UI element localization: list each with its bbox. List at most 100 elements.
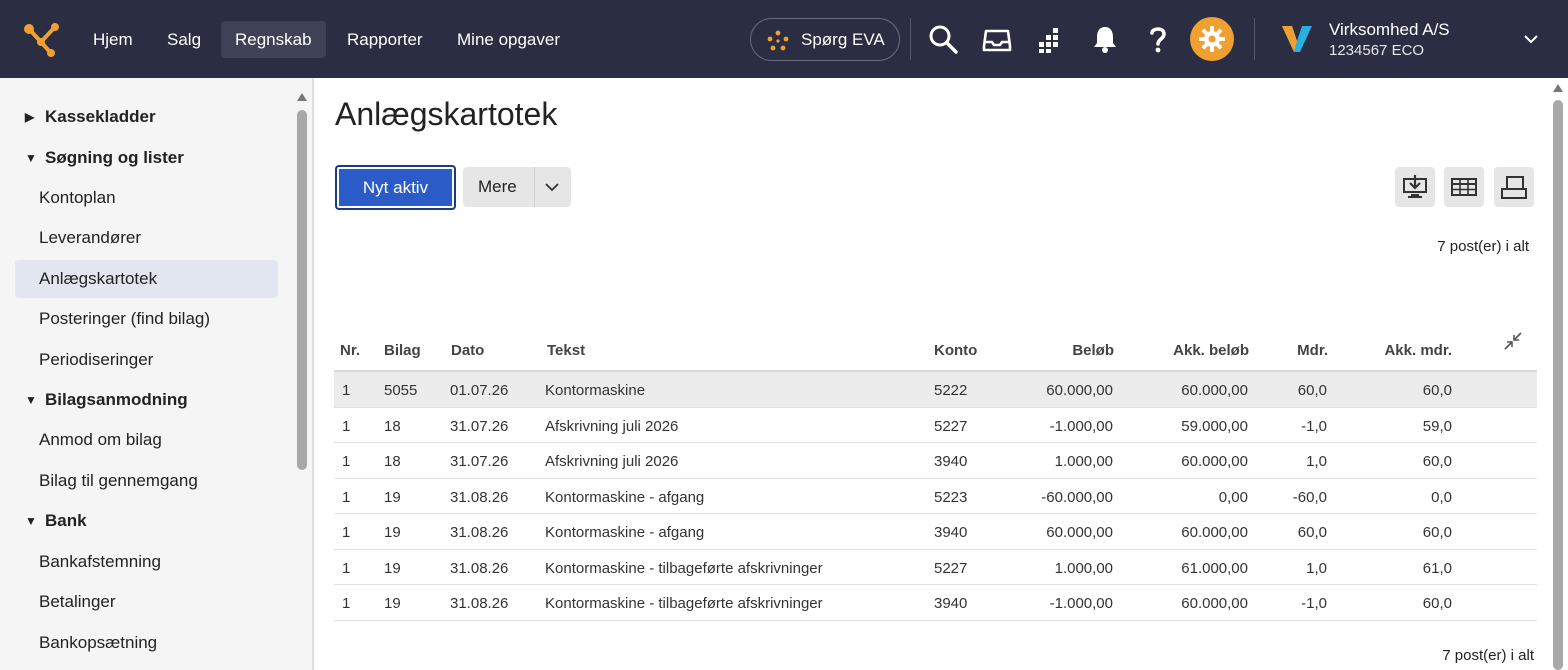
page-title: Anlægskartotek bbox=[335, 96, 558, 132]
scroll-up-arrow-icon[interactable] bbox=[297, 93, 307, 101]
sidebar-item-anlaegskartotek[interactable]: Anlægskartotek bbox=[15, 260, 278, 298]
table-row[interactable]: 1 5055 01.07.26 Kontormaskine 5222 60.000,00 6… bbox=[334, 372, 1537, 408]
cell-akk-belob: 60.000,00 bbox=[1181, 595, 1248, 612]
toolbar-divider bbox=[910, 18, 911, 60]
cell-konto: 3940 bbox=[934, 453, 968, 470]
cell-dato: 31.07.26 bbox=[450, 453, 509, 470]
table-row[interactable]: 1 18 31.07.26 Afskrivning juli 2026 5227 -1.0… bbox=[334, 408, 1537, 443]
more-button-label: Mere bbox=[478, 177, 517, 196]
sidebar-scrollbar-thumb[interactable] bbox=[297, 110, 307, 470]
cell-bilag: 19 bbox=[384, 595, 401, 612]
cell-dato: 31.08.26 bbox=[450, 488, 509, 506]
sidebar-item-label: Kassekladder bbox=[45, 107, 156, 126]
cell-konto: 5227 bbox=[934, 417, 968, 435]
sidebar-item-posteringer[interactable]: Posteringer (find bilag) bbox=[15, 300, 278, 338]
table-row[interactable]: 1 19 31.08.26 Kontormaskine - tilbageførte … bbox=[334, 585, 1537, 621]
cell-akk-belob: 60.000,00 bbox=[1181, 382, 1248, 399]
cell-mdr: 1,0 bbox=[1306, 453, 1327, 470]
column-header-beloeb[interactable]: Beløb bbox=[1072, 342, 1114, 359]
chevron-down-icon[interactable] bbox=[1522, 30, 1540, 48]
apps-grid-icon[interactable] bbox=[1033, 22, 1067, 56]
eva-sparkle-icon bbox=[767, 30, 789, 51]
bell-icon[interactable] bbox=[1088, 22, 1122, 56]
column-header-mdr[interactable]: Mdr. bbox=[1297, 342, 1328, 359]
cell-nr: 1 bbox=[342, 417, 351, 435]
cell-nr: 1 bbox=[342, 595, 351, 612]
cell-tekst: Kontormaskine bbox=[545, 382, 646, 399]
column-header-nr[interactable]: Nr. bbox=[340, 342, 360, 359]
column-header-akk-mdr[interactable]: Akk. mdr. bbox=[1384, 342, 1452, 359]
record-count-top: 7 post(er) i alt bbox=[1437, 238, 1529, 255]
cell-akk-belob: 0,00 bbox=[1218, 488, 1248, 506]
ask-eva-button[interactable]: Spørg EVA bbox=[750, 18, 900, 61]
cell-tekst: Afskrivning juli 2026 bbox=[545, 417, 679, 435]
table-row[interactable]: 1 18 31.07.26 Afskrivning juli 2026 3940 1.00… bbox=[334, 443, 1537, 479]
search-icon[interactable] bbox=[926, 22, 960, 56]
cell-belob: -1.000,00 bbox=[1049, 595, 1113, 612]
sidebar-item-leverandoerer[interactable]: Leverandører bbox=[15, 219, 278, 257]
cell-akk-mdr: 0,0 bbox=[1431, 488, 1452, 506]
chevron-down-icon bbox=[545, 183, 559, 192]
cell-akk-mdr: 59,0 bbox=[1422, 417, 1452, 435]
assets-table: Nr. Bilag Dato Tekst Konto Beløb Akk. be… bbox=[334, 330, 1537, 621]
nav-hjem[interactable]: Hjem bbox=[79, 21, 147, 58]
sidebar-section-soegning-og-lister[interactable]: ▼ Søgning og lister bbox=[15, 139, 278, 177]
cell-dato: 31.08.26 bbox=[450, 524, 509, 541]
new-asset-button[interactable]: Nyt aktiv bbox=[335, 165, 456, 210]
nav-rapporter[interactable]: Rapporter bbox=[333, 21, 437, 58]
main-scrollbar-thumb[interactable] bbox=[1553, 100, 1563, 670]
cell-akk-belob: 59.000,00 bbox=[1181, 417, 1248, 435]
cell-mdr: -60,0 bbox=[1292, 488, 1327, 506]
cell-mdr: -1,0 bbox=[1301, 595, 1327, 612]
cell-nr: 1 bbox=[342, 453, 351, 470]
cell-belob: -1.000,00 bbox=[1049, 417, 1113, 435]
sidebar-section-bilagsanmodning[interactable]: ▼ Bilagsanmodning bbox=[15, 381, 278, 419]
cell-belob: 60.000,00 bbox=[1046, 382, 1113, 399]
inbox-icon[interactable] bbox=[980, 22, 1014, 56]
table-row[interactable]: 1 19 31.08.26 Kontormaskine - afgang 5223 -60… bbox=[334, 479, 1537, 514]
scroll-up-arrow-icon[interactable] bbox=[1553, 84, 1563, 92]
export-download-icon bbox=[1403, 175, 1427, 198]
export-button[interactable] bbox=[1395, 167, 1435, 207]
settings-gear-button[interactable] bbox=[1190, 17, 1234, 61]
print-button[interactable] bbox=[1494, 167, 1534, 207]
settings-gear-icon bbox=[1199, 26, 1225, 52]
table-row[interactable]: 1 19 31.08.26 Kontormaskine - tilbageførte … bbox=[334, 550, 1537, 585]
cell-mdr: 60,0 bbox=[1297, 524, 1327, 541]
sidebar-item-kontoplan[interactable]: Kontoplan bbox=[15, 179, 278, 217]
company-name[interactable]: Virksomhed A/S bbox=[1329, 20, 1450, 40]
column-header-tekst[interactable]: Tekst bbox=[547, 342, 585, 359]
column-header-konto[interactable]: Konto bbox=[934, 342, 977, 359]
help-icon[interactable] bbox=[1141, 22, 1175, 56]
cell-bilag: 19 bbox=[384, 524, 401, 541]
sidebar-item-periodiseringer[interactable]: Periodiseringer bbox=[15, 341, 278, 379]
cell-belob: 1.000,00 bbox=[1054, 559, 1113, 577]
button-separator bbox=[534, 167, 535, 207]
more-dropdown-button[interactable]: Mere bbox=[463, 167, 571, 207]
column-header-akk-beloeb[interactable]: Akk. beløb bbox=[1173, 342, 1249, 359]
caret-right-icon: ▶ bbox=[25, 110, 35, 124]
sidebar-divider bbox=[312, 78, 314, 670]
nav-regnskab[interactable]: Regnskab bbox=[221, 21, 326, 58]
table-settings-button[interactable] bbox=[1444, 167, 1484, 207]
sidebar-item-betalinger[interactable]: Betalinger bbox=[15, 583, 278, 621]
column-header-bilag[interactable]: Bilag bbox=[384, 342, 421, 359]
sidebar-item-anmod-om-bilag[interactable]: Anmod om bilag bbox=[15, 421, 278, 459]
cell-konto: 3940 bbox=[934, 595, 968, 612]
sidebar-item-bilag-til-gennemgang[interactable]: Bilag til gennemgang bbox=[15, 462, 278, 500]
cell-akk-mdr: 60,0 bbox=[1422, 595, 1452, 612]
sidebar-section-kassekladder[interactable]: ▶ Kassekladder bbox=[15, 98, 278, 136]
cell-mdr: 1,0 bbox=[1306, 559, 1327, 577]
cell-bilag: 19 bbox=[384, 488, 401, 506]
sidebar-section-bank[interactable]: ▼ Bank bbox=[15, 502, 278, 540]
cell-belob: 60.000,00 bbox=[1046, 524, 1113, 541]
nav-salg[interactable]: Salg bbox=[153, 21, 215, 58]
table-row[interactable]: 1 19 31.08.26 Kontormaskine - afgang 3940 60.… bbox=[334, 514, 1537, 550]
sidebar-item-bankafstemning[interactable]: Bankafstemning bbox=[15, 543, 278, 581]
sidebar-item-bankopsaetning[interactable]: Bankopsætning bbox=[15, 624, 278, 662]
app-logo-icon[interactable] bbox=[22, 20, 62, 60]
cell-nr: 1 bbox=[342, 488, 351, 506]
column-header-dato[interactable]: Dato bbox=[451, 342, 484, 359]
nav-mine-opgaver[interactable]: Mine opgaver bbox=[443, 21, 574, 58]
sidebar-item-label: Bilagsanmodning bbox=[45, 390, 188, 409]
